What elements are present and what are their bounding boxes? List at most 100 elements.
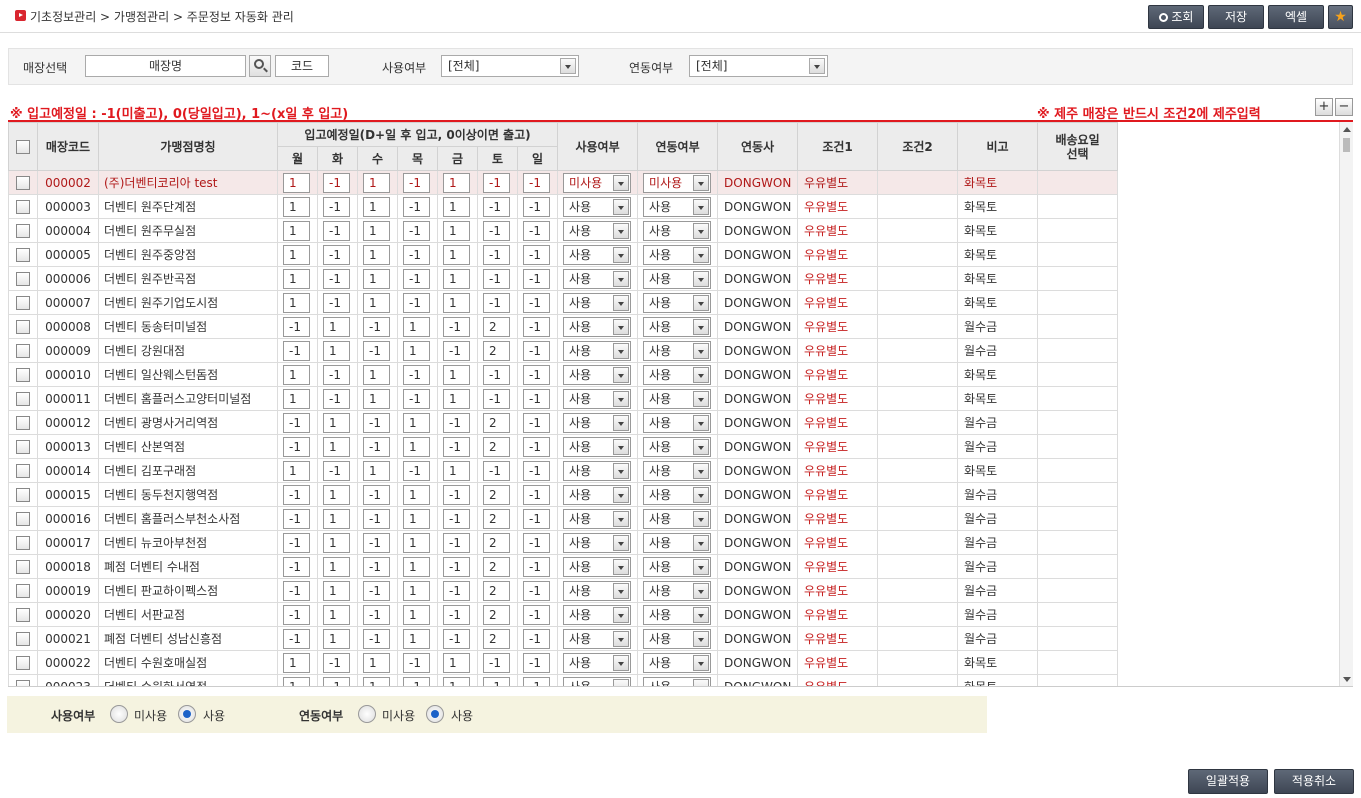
schedule-input[interactable]: 1: [403, 484, 430, 505]
schedule-input[interactable]: 1: [283, 196, 310, 217]
remove-row-button[interactable]: −: [1335, 98, 1353, 116]
schedule-input[interactable]: 2: [483, 580, 510, 601]
header-select-all[interactable]: [8, 122, 38, 171]
condition2[interactable]: [877, 170, 959, 195]
link-select[interactable]: 사용: [643, 532, 712, 553]
schedule-input[interactable]: -1: [323, 364, 350, 385]
schedule-input[interactable]: -1: [323, 292, 350, 313]
schedule-input[interactable]: -1: [363, 340, 390, 361]
row-checkbox[interactable]: [16, 343, 30, 358]
use-select[interactable]: 사용: [563, 292, 632, 313]
schedule-input[interactable]: -1: [363, 604, 390, 625]
row-checkbox[interactable]: [16, 583, 30, 598]
ship-days-cell[interactable]: [1037, 626, 1119, 651]
condition2[interactable]: [877, 458, 959, 483]
use-select[interactable]: 사용: [563, 364, 632, 385]
table-row[interactable]: 000019 더벤티 판교하이펙스점 -1 1 -1 1 -1 2 -1 사용 사용 DONGWON 우…: [8, 578, 1119, 603]
schedule-input[interactable]: -1: [523, 244, 550, 265]
schedule-input[interactable]: -1: [363, 316, 390, 337]
row-select-cell[interactable]: [8, 626, 38, 651]
row-select-cell[interactable]: [8, 242, 38, 267]
condition2[interactable]: [877, 650, 959, 675]
condition2[interactable]: [877, 410, 959, 435]
table-row[interactable]: 000016 더벤티 홈플러스부천소사점 -1 1 -1 1 -1 2 -1 사용 사용 DONGWO…: [8, 506, 1119, 531]
link-select[interactable]: 사용: [643, 292, 712, 313]
schedule-input[interactable]: -1: [283, 556, 310, 577]
link-select[interactable]: 미사용: [643, 172, 712, 193]
schedule-input[interactable]: -1: [523, 196, 550, 217]
store-code-input[interactable]: 코드: [275, 55, 329, 77]
use-select[interactable]: 사용: [563, 484, 632, 505]
schedule-input[interactable]: -1: [483, 460, 510, 481]
row-checkbox[interactable]: [16, 655, 30, 670]
schedule-input[interactable]: -1: [363, 484, 390, 505]
row-checkbox[interactable]: [16, 247, 30, 262]
table-row[interactable]: 000021 폐점 더벤티 성남신흥점 -1 1 -1 1 -1 2 -1 사용 사용 DONGWON…: [8, 626, 1119, 651]
schedule-input[interactable]: -1: [283, 508, 310, 529]
row-select-cell[interactable]: [8, 530, 38, 555]
row-checkbox[interactable]: [16, 487, 30, 502]
schedule-input[interactable]: 1: [363, 676, 390, 686]
schedule-input[interactable]: -1: [363, 508, 390, 529]
row-select-cell[interactable]: [8, 674, 38, 686]
table-row[interactable]: 000020 더벤티 서판교점 -1 1 -1 1 -1 2 -1 사용 사용 DONGWON 우유별도…: [8, 602, 1119, 627]
schedule-input[interactable]: 1: [443, 172, 470, 193]
ship-days-cell[interactable]: [1037, 242, 1119, 267]
schedule-input[interactable]: -1: [403, 220, 430, 241]
schedule-input[interactable]: 1: [323, 436, 350, 457]
link-select[interactable]: 사용: [643, 628, 712, 649]
schedule-input[interactable]: -1: [443, 628, 470, 649]
schedule-input[interactable]: -1: [403, 388, 430, 409]
use-select[interactable]: 사용: [563, 676, 632, 686]
schedule-input[interactable]: -1: [483, 676, 510, 686]
schedule-input[interactable]: 1: [283, 388, 310, 409]
schedule-input[interactable]: 2: [483, 604, 510, 625]
link-select[interactable]: 사용: [643, 508, 712, 529]
row-checkbox[interactable]: [16, 367, 30, 382]
schedule-input[interactable]: -1: [323, 244, 350, 265]
link-select[interactable]: 사용: [643, 316, 712, 337]
schedule-input[interactable]: -1: [403, 172, 430, 193]
row-checkbox[interactable]: [16, 511, 30, 526]
condition2[interactable]: [877, 434, 959, 459]
schedule-input[interactable]: -1: [483, 196, 510, 217]
use-select[interactable]: 사용: [563, 268, 632, 289]
row-checkbox[interactable]: [16, 319, 30, 334]
schedule-input[interactable]: -1: [283, 580, 310, 601]
schedule-input[interactable]: 1: [363, 172, 390, 193]
link-select[interactable]: 사용: [643, 268, 712, 289]
schedule-input[interactable]: 1: [283, 364, 310, 385]
schedule-input[interactable]: -1: [443, 316, 470, 337]
ship-days-cell[interactable]: [1037, 674, 1119, 686]
table-row[interactable]: 000013 더벤티 산본역점 -1 1 -1 1 -1 2 -1 사용 사용 DONGWON 우유별도…: [8, 434, 1119, 459]
schedule-input[interactable]: -1: [403, 268, 430, 289]
schedule-input[interactable]: -1: [523, 268, 550, 289]
schedule-input[interactable]: 1: [323, 316, 350, 337]
schedule-input[interactable]: -1: [443, 436, 470, 457]
schedule-input[interactable]: -1: [523, 292, 550, 313]
schedule-input[interactable]: 1: [443, 268, 470, 289]
schedule-input[interactable]: 1: [443, 196, 470, 217]
schedule-input[interactable]: 1: [443, 244, 470, 265]
bulk-use-unused-radio[interactable]: [110, 705, 128, 723]
ship-days-cell[interactable]: [1037, 506, 1119, 531]
favorite-star-icon[interactable]: ★: [1328, 5, 1353, 29]
ship-days-cell[interactable]: [1037, 314, 1119, 339]
bulk-link-used-radio[interactable]: [426, 705, 444, 723]
table-row[interactable]: 000003 더벤티 원주단계점 1 -1 1 -1 1 -1 -1 사용 사용 DONGWON 우유별…: [8, 194, 1119, 219]
schedule-input[interactable]: 1: [403, 340, 430, 361]
table-row[interactable]: 000010 더벤티 일산웨스턴돔점 1 -1 1 -1 1 -1 -1 사용 사용 DONGWON 우…: [8, 362, 1119, 387]
row-checkbox[interactable]: [16, 559, 30, 574]
schedule-input[interactable]: 2: [483, 628, 510, 649]
schedule-input[interactable]: 1: [403, 412, 430, 433]
schedule-input[interactable]: -1: [323, 172, 350, 193]
schedule-input[interactable]: 1: [323, 412, 350, 433]
select-all-checkbox[interactable]: [16, 139, 30, 154]
schedule-input[interactable]: 1: [363, 652, 390, 673]
schedule-input[interactable]: 1: [283, 268, 310, 289]
ship-days-cell[interactable]: [1037, 170, 1119, 195]
schedule-input[interactable]: -1: [483, 172, 510, 193]
schedule-input[interactable]: -1: [283, 340, 310, 361]
schedule-input[interactable]: -1: [523, 628, 550, 649]
condition2[interactable]: [877, 530, 959, 555]
